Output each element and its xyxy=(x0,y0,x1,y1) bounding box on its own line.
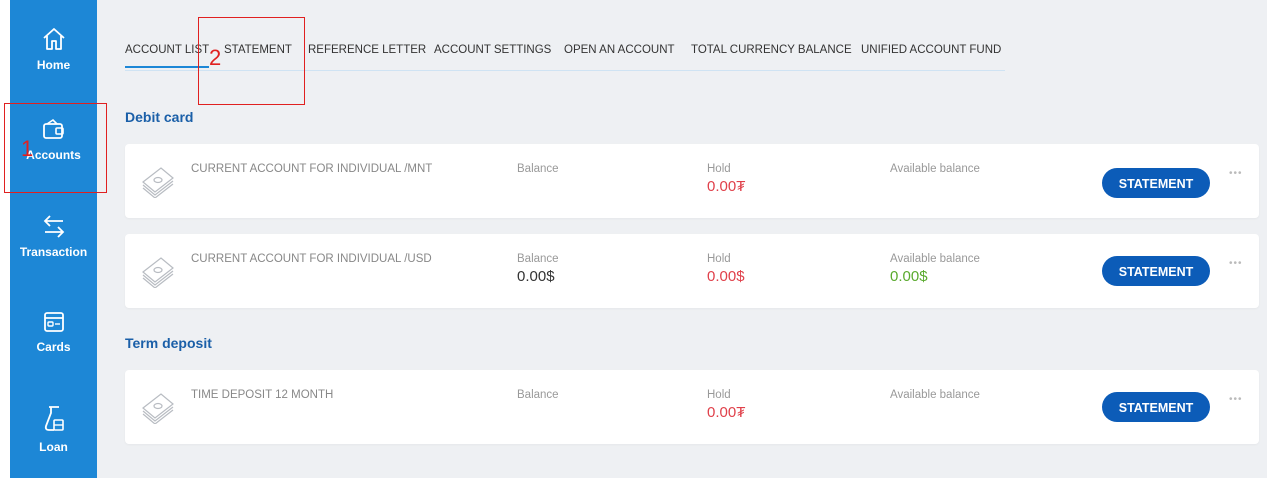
annotation-number-2: 2 xyxy=(209,45,222,70)
statement-button[interactable]: STATEMENT xyxy=(1102,168,1210,198)
hold-column: Hold 0.00₮ xyxy=(707,389,745,421)
sidebar-item-loan[interactable]: Loan xyxy=(10,404,97,454)
transfer-arrows-icon xyxy=(43,215,64,238)
hold-column: Hold 0.00₮ xyxy=(707,163,745,195)
more-options-icon[interactable]: ••• xyxy=(1229,394,1243,405)
sidebar: Home Accounts Transaction Cards Loan xyxy=(0,0,97,478)
sidebar-item-transaction[interactable]: Transaction xyxy=(10,213,97,259)
account-card: CURRENT ACCOUNT FOR INDIVIDUAL /USD Bala… xyxy=(125,234,1259,308)
tab-unified-account-fund[interactable]: UNIFIED ACCOUNT FUND xyxy=(861,44,1001,56)
sidebar-item-cards[interactable]: Cards xyxy=(10,310,97,354)
money-stack-icon xyxy=(142,167,174,198)
account-name: CURRENT ACCOUNT FOR INDIVIDUAL /USD xyxy=(191,253,432,265)
available-column: Available balance xyxy=(890,163,980,178)
more-options-icon[interactable]: ••• xyxy=(1229,258,1243,269)
more-options-icon[interactable]: ••• xyxy=(1229,168,1243,179)
card-icon xyxy=(43,312,64,332)
money-stack-icon xyxy=(142,257,174,288)
loan-icon xyxy=(44,406,64,431)
section-title-debit-card: Debit card xyxy=(125,109,194,125)
available-value: 0.00$ xyxy=(890,268,928,285)
tab-open-account[interactable]: OPEN AN ACCOUNT xyxy=(564,44,675,56)
money-stack-icon xyxy=(142,393,174,424)
statement-button[interactable]: STATEMENT xyxy=(1102,256,1210,286)
balance-label: Balance xyxy=(517,163,559,175)
account-card: TIME DEPOSIT 12 MONTH Balance Hold 0.00₮… xyxy=(125,370,1259,444)
hold-column: Hold 0.00$ xyxy=(707,253,745,285)
tab-account-settings[interactable]: ACCOUNT SETTINGS xyxy=(434,44,551,56)
hold-label: Hold xyxy=(707,389,731,401)
section-title-term-deposit: Term deposit xyxy=(125,335,212,351)
hold-value: 0.00$ xyxy=(707,268,745,285)
tab-account-list[interactable]: ACCOUNT LIST xyxy=(125,44,210,68)
home-icon xyxy=(42,28,65,50)
annotation-number-1: 1 xyxy=(21,136,34,161)
sidebar-item-home[interactable]: Home xyxy=(10,26,97,72)
available-label: Available balance xyxy=(890,163,980,175)
tab-total-currency-balance[interactable]: TOTAL CURRENCY BALANCE xyxy=(691,44,852,56)
account-card: CURRENT ACCOUNT FOR INDIVIDUAL /MNT Bala… xyxy=(125,144,1259,218)
available-column: Available balance xyxy=(890,389,980,404)
hold-value: 0.00₮ xyxy=(707,404,746,421)
balance-column: Balance xyxy=(517,163,559,178)
available-label: Available balance xyxy=(890,389,980,401)
available-column: Available balance 0.00$ xyxy=(890,253,980,285)
sidebar-item-label: Cards xyxy=(36,340,71,354)
balance-label: Balance xyxy=(517,253,559,265)
balance-column: Balance 0.00$ xyxy=(517,253,559,285)
tab-reference-letter[interactable]: REFERENCE LETTER xyxy=(308,44,426,56)
account-name: TIME DEPOSIT 12 MONTH xyxy=(191,389,334,401)
statement-button[interactable]: STATEMENT xyxy=(1102,392,1210,422)
balance-label: Balance xyxy=(517,389,559,401)
balance-value: 0.00$ xyxy=(517,268,555,285)
account-name: CURRENT ACCOUNT FOR INDIVIDUAL /MNT xyxy=(191,163,433,175)
sidebar-item-label: Transaction xyxy=(19,245,88,259)
annotation-box-1 xyxy=(4,103,107,193)
balance-column: Balance xyxy=(517,389,559,404)
available-label: Available balance xyxy=(890,253,980,265)
sidebar-item-label: Loan xyxy=(39,440,68,454)
sidebar-item-label: Home xyxy=(36,58,71,72)
hold-value: 0.00₮ xyxy=(707,178,746,195)
hold-label: Hold xyxy=(707,163,731,175)
hold-label: Hold xyxy=(707,253,731,265)
